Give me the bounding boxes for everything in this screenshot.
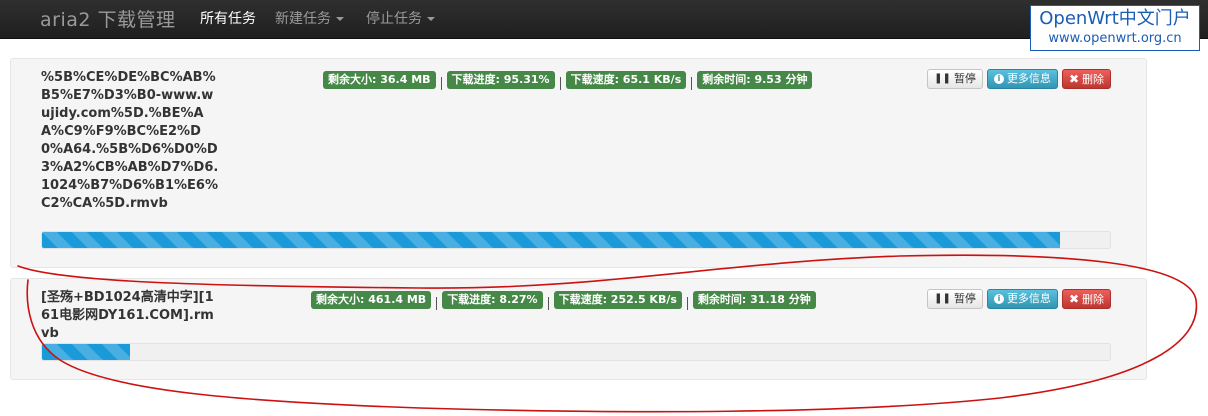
pause-button[interactable]: ❚❚ 暂停 xyxy=(927,69,983,89)
task-stats: 剩余大小: 461.4 MB 下载进度: 8.27% 下载速度: 252.5 KB/… xyxy=(311,291,816,310)
task-item: %5B%CE%DE%BC%AB%B5%E7%D3%B0-www.wujidy.c… xyxy=(10,58,1147,268)
remaining-size-badge: 剩余大小: 36.4 MB xyxy=(323,71,436,89)
time-left-badge: 剩余时间: 31.18 分钟 xyxy=(692,291,816,309)
speed-badge: 下载速度: 252.5 KB/s xyxy=(553,291,682,309)
chevron-down-icon xyxy=(336,17,344,21)
divider xyxy=(440,76,442,90)
more-info-button[interactable]: i 更多信息 xyxy=(986,69,1058,89)
app-brand[interactable]: aria2 下载管理 xyxy=(40,5,176,32)
speed-badge: 下载速度: 65.1 KB/s xyxy=(565,71,687,89)
progress-badge: 下载进度: 8.27% xyxy=(442,291,543,309)
remaining-size-badge: 剩余大小: 461.4 MB xyxy=(311,291,432,309)
pause-button[interactable]: ❚❚ 暂停 xyxy=(927,289,983,309)
progress-fill xyxy=(42,232,1060,248)
task-name: %5B%CE%DE%BC%AB%B5%E7%D3%B0-www.wujidy.c… xyxy=(41,70,219,211)
download-progress-bar xyxy=(41,231,1111,249)
nav-new-task-label: 新建任务 xyxy=(275,11,331,27)
openwrt-watermark-logo: OpenWrt中文门户 www.openwrt.org.cn xyxy=(1030,5,1200,51)
divider xyxy=(686,296,688,310)
delete-label: 删除 xyxy=(1082,293,1104,306)
more-info-label: 更多信息 xyxy=(1006,72,1051,85)
divider xyxy=(559,76,561,90)
top-navbar: aria2 下载管理 所有任务 新建任务 停止任务 xyxy=(0,0,1208,39)
delete-button[interactable]: ✖ 删除 xyxy=(1061,69,1111,89)
divider xyxy=(436,296,438,310)
delete-label: 删除 xyxy=(1082,73,1104,86)
nav-all-tasks[interactable]: 所有任务 xyxy=(200,8,256,28)
pause-label: 暂停 xyxy=(953,292,976,305)
nav-stop-task-label: 停止任务 xyxy=(366,11,422,27)
pause-icon: ❚❚ xyxy=(934,73,951,84)
close-icon: ✖ xyxy=(1068,72,1079,86)
divider xyxy=(691,76,693,90)
info-icon: i xyxy=(993,294,1004,304)
divider xyxy=(547,296,549,310)
progress-badge: 下载进度: 95.31% xyxy=(446,71,555,89)
close-icon: ✖ xyxy=(1068,292,1079,306)
delete-button[interactable]: ✖ 删除 xyxy=(1061,289,1111,309)
nav-stop-task-dropdown[interactable]: 停止任务 xyxy=(366,8,435,28)
more-info-button[interactable]: i 更多信息 xyxy=(986,289,1058,309)
task-actions: ❚❚ 暂停 i 更多信息 ✖ 删除 xyxy=(923,69,1111,89)
task-stats: 剩余大小: 36.4 MB 下载进度: 95.31% 下载速度: 65.1 KB/s… xyxy=(323,71,813,90)
task-name: [圣殇+BD1024高清中字][161电影网DY161.COM].rmvb xyxy=(41,290,214,341)
pause-label: 暂停 xyxy=(953,72,976,85)
watermark-url: www.openwrt.org.cn xyxy=(1048,31,1182,46)
watermark-name: OpenWrt中文门户 xyxy=(1039,8,1191,29)
progress-fill xyxy=(42,344,131,360)
task-actions: ❚❚ 暂停 i 更多信息 ✖ 删除 xyxy=(923,289,1111,309)
more-info-label: 更多信息 xyxy=(1006,292,1051,305)
nav-new-task-dropdown[interactable]: 新建任务 xyxy=(275,8,344,28)
download-progress-bar xyxy=(41,343,1111,361)
time-left-badge: 剩余时间: 9.53 分钟 xyxy=(697,71,813,89)
chevron-down-icon xyxy=(427,17,435,21)
task-item: [圣殇+BD1024高清中字][161电影网DY161.COM].rmvb 剩余… xyxy=(10,278,1147,380)
pause-icon: ❚❚ xyxy=(934,293,951,304)
info-icon: i xyxy=(993,74,1004,84)
